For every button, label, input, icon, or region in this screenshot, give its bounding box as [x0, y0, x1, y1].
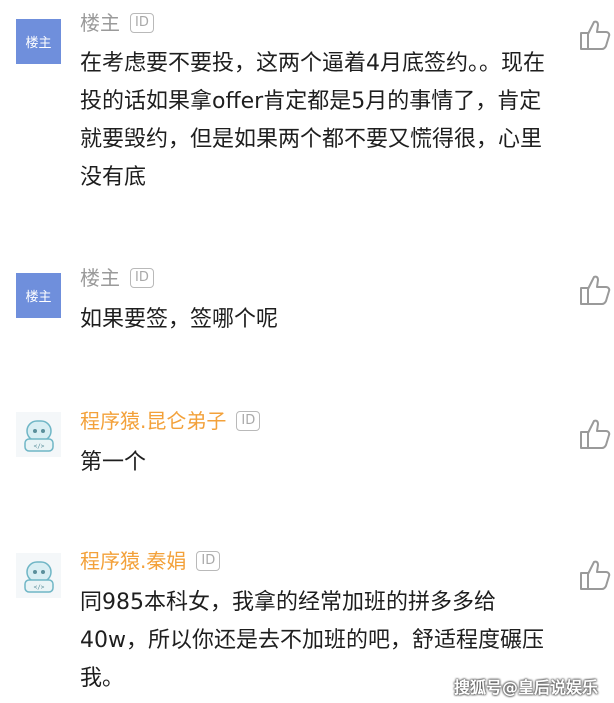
- comment-header: 楼主 ID: [80, 265, 154, 291]
- comment-header: 程序猿.昆仑弟子 ID: [80, 408, 261, 434]
- watermark: 搜狐号@皇后说娱乐: [453, 678, 598, 697]
- id-badge: ID: [130, 268, 154, 288]
- comment-header: 楼主 ID: [80, 10, 154, 36]
- avatar[interactable]: 楼主: [16, 19, 61, 64]
- comment-header: 程序猿.秦娟 ID: [80, 548, 221, 574]
- thumbs-up-icon[interactable]: [576, 17, 612, 53]
- author-name[interactable]: 楼主: [80, 265, 120, 291]
- avatar-label: 楼主: [25, 36, 52, 51]
- comment-text: 在考虑要不要投，这两个逼着4月底签约。。现在投的话如果拿offer肯定都是5月的…: [80, 51, 545, 190]
- svg-text:</>: </>: [33, 584, 44, 591]
- robot-avatar-icon: </>: [23, 419, 54, 452]
- author-name[interactable]: 程序猿.秦娟: [80, 548, 186, 574]
- svg-text:</>: </>: [33, 443, 44, 450]
- avatar-label: 楼主: [25, 290, 52, 305]
- author-name[interactable]: 程序猿.昆仑弟子: [80, 408, 226, 434]
- avatar[interactable]: </>: [16, 412, 61, 457]
- thumbs-up-icon[interactable]: [576, 272, 612, 308]
- id-badge: ID: [236, 411, 261, 431]
- avatar[interactable]: 楼主: [16, 273, 61, 318]
- comment-text: 如果要签，签哪个呢: [80, 307, 279, 332]
- avatar[interactable]: </>: [16, 553, 61, 598]
- thumbs-up-icon[interactable]: [576, 416, 612, 452]
- id-badge: ID: [130, 13, 154, 33]
- comment-text: 第一个: [80, 450, 147, 475]
- robot-avatar-icon: </>: [23, 560, 54, 593]
- thumbs-up-icon[interactable]: [576, 557, 612, 593]
- author-name[interactable]: 楼主: [80, 10, 120, 36]
- id-badge: ID: [196, 551, 221, 571]
